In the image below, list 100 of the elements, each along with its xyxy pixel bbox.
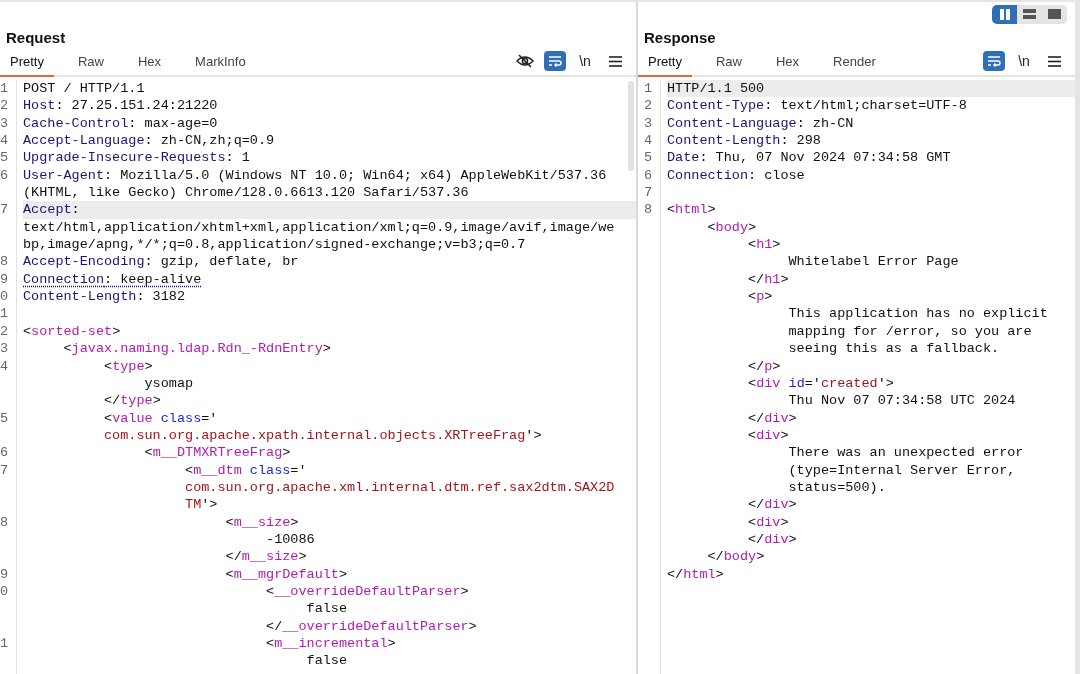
tab[interactable]: Raw [705, 51, 752, 77]
line-number: 2 [644, 97, 653, 115]
eye-slash-icon [516, 54, 534, 68]
line-number: 5 [0, 409, 9, 427]
line-number: 3 [644, 114, 653, 133]
code-line: <m__size> [224, 513, 300, 531]
line-number: 4 [0, 357, 9, 375]
code-line: status=500). [787, 478, 887, 497]
code-line: <javax.naming.ldap.Rdn_-RdnEntry> [62, 340, 332, 358]
line-number: 1 [0, 305, 9, 323]
line-number: 3 [0, 340, 9, 358]
tab[interactable]: Hex [128, 51, 172, 77]
tab[interactable]: MarkInfo [185, 51, 256, 77]
code-line: Upgrade-Insecure-Requests: 1 [23, 149, 251, 167]
code-line: </type> [103, 392, 162, 410]
line-number: 5 [0, 149, 9, 167]
code-line: Date: Thu, 07 Nov 2024 07:34:58 GMT [667, 149, 952, 167]
code-line: Host: 27.25.151.24:21220 [23, 97, 219, 115]
menu-icon [608, 55, 622, 67]
code-line: Whitelabel Error Page [787, 253, 960, 271]
code-line: </h1> [747, 270, 790, 289]
tab[interactable]: Raw [67, 51, 114, 77]
code-line: -10086 [265, 530, 316, 549]
menu-icon [1047, 55, 1061, 67]
wrap-button[interactable] [983, 51, 1005, 71]
line-number: 6 [644, 166, 653, 185]
line-number: 6 [0, 444, 9, 462]
code-line: <div> [747, 513, 790, 531]
line-number: 7 [0, 201, 9, 219]
code-line: Accept-Language: zh-CN,zh;q=0.9 [23, 132, 276, 150]
code-line: </div> [747, 496, 798, 514]
view-toggle-button[interactable] [992, 4, 1017, 24]
line-number: 8 [0, 253, 9, 271]
tab[interactable]: Pretty [638, 51, 692, 77]
panel-title: Request [5, 28, 67, 48]
line-number: 9 [0, 270, 9, 289]
line-number: 8 [0, 513, 9, 531]
code-line: There was an unexpected error [787, 444, 1025, 462]
tab[interactable]: Render [823, 51, 886, 77]
line-number: 8 [644, 201, 653, 219]
code-line: <html> [667, 201, 717, 219]
code-line: <div id='created'> [747, 374, 895, 393]
code-line: mapping for /error, so you are [787, 322, 1033, 341]
code-line: <m__incremental> [265, 635, 397, 653]
scrollbar[interactable] [628, 81, 634, 171]
code-line: </html> [667, 565, 725, 583]
line-number: 2 [0, 322, 9, 341]
newline-button[interactable]: \n [574, 51, 596, 71]
line-number: 7 [0, 461, 9, 479]
line-number: 4 [0, 132, 9, 150]
code-line: Connection: close [667, 166, 806, 185]
code-line: <body> [706, 218, 758, 237]
code-line: TM'> [184, 496, 219, 514]
rows-icon [1023, 9, 1036, 19]
code-line: text/html,application/xhtml+xml,application/xml;q=0.9,image/avif,image/we [23, 218, 616, 237]
code-line: POST / HTTP/1.1 [23, 80, 146, 98]
code-line: <__overrideDefaultParser> [265, 582, 470, 601]
code-line: com.sun.org.apache.xpath.internal.objects.XRTreeFrag'> [103, 426, 543, 445]
code-line: <h1> [747, 236, 782, 254]
columns-icon [998, 8, 1011, 20]
line-number: 7 [644, 184, 653, 202]
code-line: <div> [747, 426, 790, 445]
line-number: 0 [0, 582, 9, 601]
code-line: Content-Language: zh-CN [667, 114, 855, 133]
line-number: 1 [0, 80, 9, 98]
tab[interactable]: Hex [766, 51, 810, 77]
wrap-lines-icon [987, 55, 1001, 67]
code-line: </div> [747, 409, 798, 427]
line-number: 9 [0, 565, 9, 583]
code-line: User-Agent: Mozilla/5.0 (Windows NT 10.0; Win64; x64) AppleWebKit/537.36 [23, 166, 608, 185]
code-line: <m__mgrDefault> [224, 565, 349, 583]
code-line: Cache-Control: max-age=0 [23, 114, 219, 133]
wrap-lines-icon [548, 55, 562, 67]
code-line: </__overrideDefaultParser> [265, 617, 478, 635]
panel-title: Response [643, 28, 717, 48]
code-line: bp,image/apng,*/*;q=0.8,application/signed-exchange;v=b3;q=0.7 [23, 236, 527, 254]
line-number: 4 [644, 132, 653, 150]
code-line: Accept-Encoding: gzip, deflate, br [23, 253, 300, 271]
code-line: </body> [706, 548, 766, 566]
code-line: <sorted-set> [23, 322, 122, 341]
wrap-button[interactable] [544, 51, 566, 71]
code-line: </p> [747, 357, 782, 375]
line-number: 5 [644, 149, 653, 167]
code-line: <value class=' [103, 409, 219, 427]
panel-icon [1048, 9, 1061, 19]
code-line: <type> [103, 357, 154, 375]
code-line: seeing this as a fallback. [787, 340, 1001, 358]
code-line: <m__DTMXRTreeFrag> [143, 444, 292, 462]
line-number: 0 [0, 288, 9, 306]
code-line: This application has no explicit [787, 305, 1049, 323]
code-line: Content-Type: text/html;charset=UTF-8 [667, 97, 968, 115]
code-line: (KHTML, like Gecko) Chrome/128.0.6613.120 Safari/537.36 [23, 184, 470, 202]
newline-button[interactable]: \n [1013, 51, 1035, 71]
tab[interactable]: Pretty [0, 51, 54, 77]
code-line: <p> [747, 288, 774, 306]
line-number: 2 [0, 97, 9, 115]
code-line: <m__dtm class=' [184, 461, 308, 479]
line-number: 1 [0, 635, 9, 653]
code-line: Content-Length: 3182 [23, 288, 187, 306]
code-line: false [305, 652, 349, 670]
